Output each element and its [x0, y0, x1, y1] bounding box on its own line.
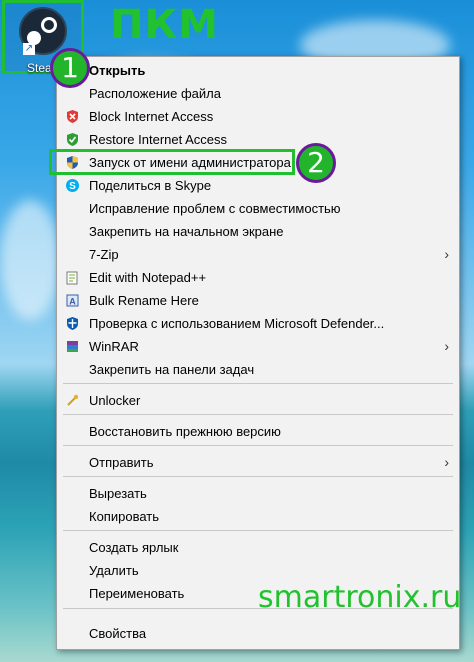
menu-item-pin-start[interactable]: Закрепить на начальном экране: [57, 220, 459, 243]
menu-item-label: Удалить: [89, 563, 139, 578]
menu-item-file-location[interactable]: Расположение файла: [57, 82, 459, 105]
cloud: [0, 200, 60, 320]
menu-item-label: Unlocker: [89, 393, 141, 408]
shield-x-icon: [67, 110, 78, 123]
unlocker-icon: [67, 394, 79, 406]
highlight-run-as-admin: [49, 149, 295, 175]
winrar-icon: [67, 341, 78, 352]
menu-item-bulk-rename[interactable]: A Bulk Rename Here: [57, 289, 459, 312]
notepadpp-icon: [66, 271, 78, 285]
menu-separator: [63, 530, 453, 531]
menu-item-label: Bulk Rename Here: [89, 293, 199, 308]
menu-item-label: Переименовать: [89, 586, 185, 601]
menu-item-block-internet[interactable]: Block Internet Access: [57, 105, 459, 128]
menu-item-cut[interactable]: Вырезать: [57, 482, 459, 505]
menu-separator: [63, 476, 453, 477]
menu-item-restore-internet[interactable]: Restore Internet Access: [57, 128, 459, 151]
menu-item-label: Поделиться в Skype: [89, 178, 212, 193]
chevron-right-icon: ›: [444, 246, 449, 262]
menu-item-label: Edit with Notepad++: [89, 270, 207, 285]
menu-item-label: Свойства: [89, 626, 147, 641]
menu-item-label: Restore Internet Access: [89, 132, 228, 147]
menu-item-open[interactable]: Открыть: [57, 59, 459, 82]
menu-item-label: Создать ярлык: [89, 540, 179, 555]
step-badge-1: 1: [50, 48, 90, 88]
menu-item-delete[interactable]: Удалить: [57, 559, 459, 582]
menu-item-label: Копировать: [89, 509, 159, 524]
menu-item-label: Открыть: [89, 63, 146, 78]
watermark: smartronix.ru: [258, 580, 462, 615]
menu-item-copy[interactable]: Копировать: [57, 505, 459, 528]
chevron-right-icon: ›: [444, 454, 449, 470]
menu-item-label: Восстановить прежнюю версию: [89, 424, 281, 439]
chevron-right-icon: ›: [444, 338, 449, 354]
svg-text:A: A: [69, 297, 76, 307]
menu-item-compat-troubleshoot[interactable]: Исправление проблем с совместимостью: [57, 197, 459, 220]
menu-item-create-shortcut[interactable]: Создать ярлык: [57, 536, 459, 559]
menu-item-7zip[interactable]: 7-Zip ›: [57, 243, 459, 266]
menu-item-notepadpp[interactable]: Edit with Notepad++: [57, 266, 459, 289]
menu-item-restore-previous[interactable]: Восстановить прежнюю версию: [57, 420, 459, 443]
menu-item-label: Закрепить на панели задач: [89, 362, 255, 377]
context-menu: Открыть Расположение файла Block Interne…: [56, 56, 460, 650]
heading-pkm: ПКМ: [110, 2, 219, 48]
menu-item-label: Исправление проблем с совместимостью: [89, 201, 341, 216]
menu-separator: [63, 445, 453, 446]
menu-item-winrar[interactable]: WinRAR ›: [57, 335, 459, 358]
bulk-rename-icon: A: [66, 294, 79, 307]
menu-item-label: WinRAR: [89, 339, 139, 354]
defender-icon: [67, 317, 78, 330]
menu-item-label: Вырезать: [89, 486, 147, 501]
menu-item-label: Расположение файла: [89, 86, 221, 101]
shortcut-arrow-icon: ↗: [23, 43, 35, 55]
svg-text:S: S: [69, 181, 76, 192]
menu-item-properties[interactable]: Свойства: [57, 622, 459, 645]
menu-item-label: Отправить: [89, 455, 154, 470]
menu-item-label: Проверка с использованием Microsoft Defe…: [89, 316, 385, 331]
menu-separator: [63, 383, 453, 384]
menu-item-label: 7-Zip: [89, 247, 119, 262]
menu-separator: [63, 414, 453, 415]
shield-check-icon: [67, 133, 78, 146]
menu-item-share-skype[interactable]: S Поделиться в Skype: [57, 174, 459, 197]
menu-item-label: Закрепить на начальном экране: [89, 224, 284, 239]
menu-item-pin-taskbar[interactable]: Закрепить на панели задач: [57, 358, 459, 381]
step-badge-2: 2: [296, 143, 336, 183]
skype-icon: S: [66, 179, 79, 192]
menu-item-label: Block Internet Access: [89, 109, 214, 124]
menu-item-unlocker[interactable]: Unlocker: [57, 389, 459, 412]
menu-item-send-to[interactable]: Отправить ›: [57, 451, 459, 474]
menu-item-defender-scan[interactable]: Проверка с использованием Microsoft Defe…: [57, 312, 459, 335]
